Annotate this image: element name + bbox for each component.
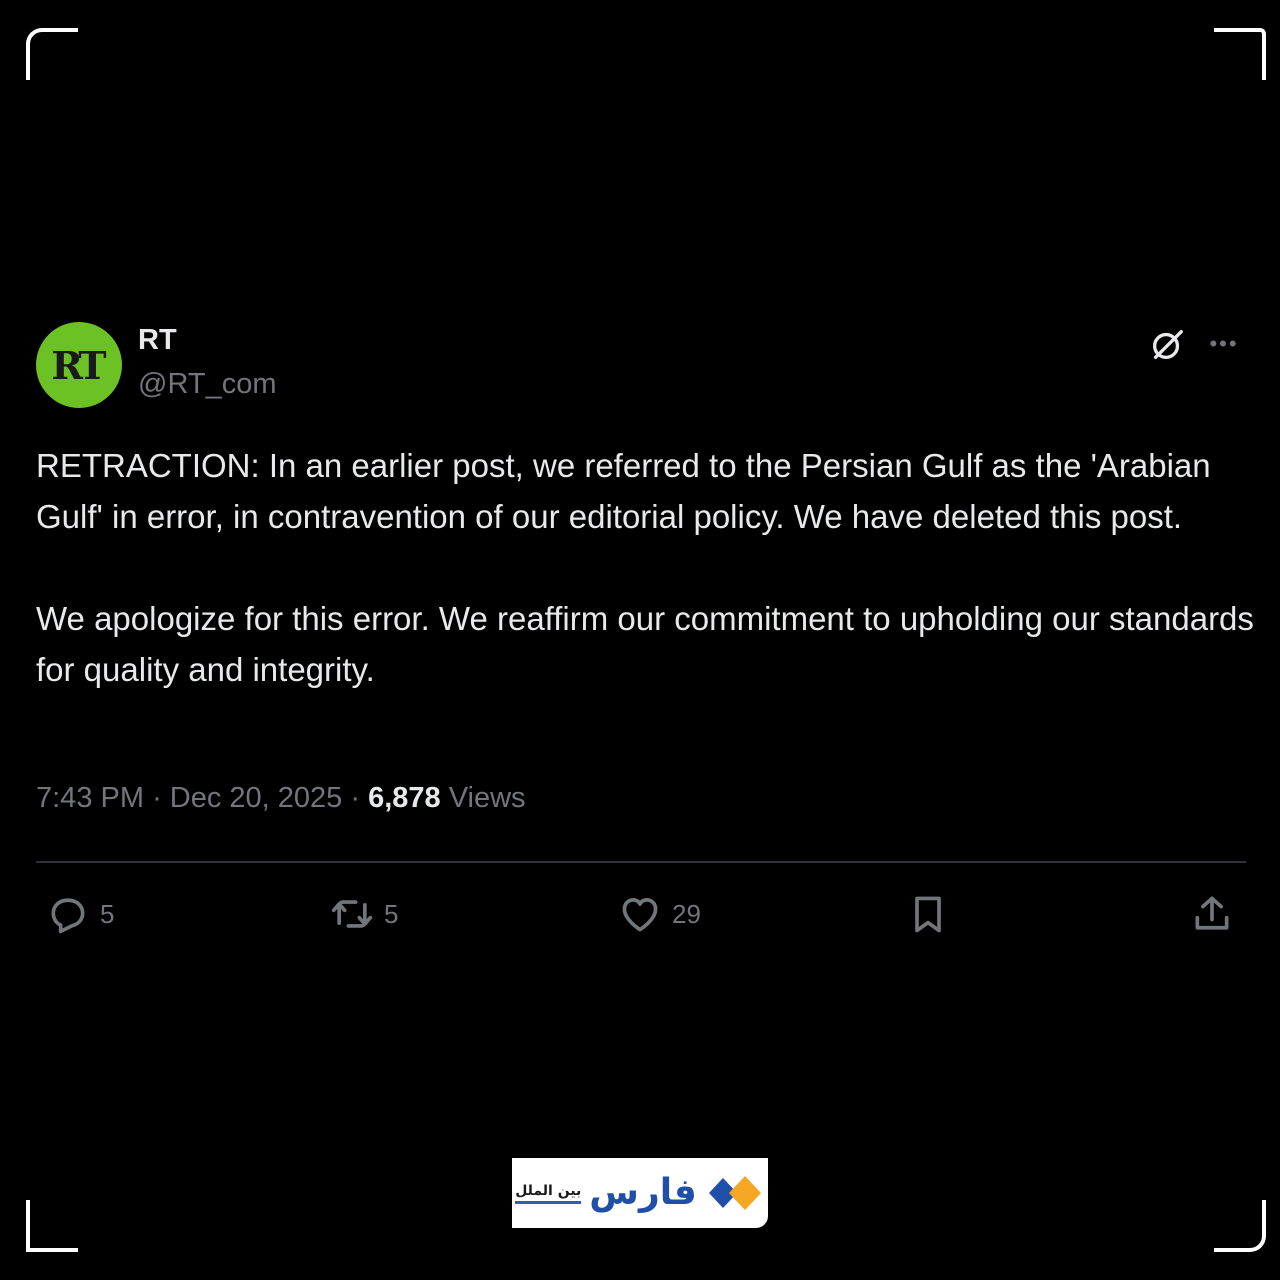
fars-logo-icon — [708, 1176, 761, 1210]
repost-count: 5 — [384, 898, 399, 929]
meta-separator: · — [350, 782, 369, 814]
reply-button[interactable]: 5 — [46, 892, 114, 936]
reply-count: 5 — [100, 898, 115, 929]
avatar[interactable]: RT — [36, 322, 122, 408]
views-count: 6,878 — [368, 782, 441, 814]
reply-icon — [51, 898, 85, 934]
author-name[interactable]: RT — [138, 324, 177, 357]
frame-corner-bottom-left — [26, 1200, 78, 1252]
avatar-logo-text: RT — [51, 342, 106, 388]
like-count: 29 — [672, 898, 701, 929]
fars-watermark-logo: بین الملل فارس — [512, 1158, 768, 1228]
frame-corner-top-left — [26, 28, 78, 80]
views-label: Views — [448, 782, 526, 814]
post-paragraph: RETRACTION: In an earlier post, we refer… — [36, 447, 1211, 535]
bookmark-icon — [915, 896, 941, 933]
like-button[interactable]: 29 — [618, 892, 701, 936]
more-icon[interactable]: ••• — [1206, 328, 1242, 360]
share-button[interactable] — [1190, 892, 1234, 936]
post-date[interactable]: Dec 20, 2025 — [170, 782, 343, 814]
frame-corner-bottom-right — [1214, 1200, 1266, 1252]
bookmark-button[interactable] — [906, 892, 950, 936]
logo-subtitle: بین الملل — [515, 1183, 582, 1204]
divider — [36, 861, 1246, 863]
grok-icon[interactable] — [1148, 326, 1186, 364]
post-paragraph: We apologize for this error. We reaffirm… — [36, 600, 1254, 688]
share-icon — [1195, 896, 1229, 930]
repost-button[interactable]: 5 — [330, 892, 398, 936]
post-text: RETRACTION: In an earlier post, we refer… — [36, 440, 1258, 695]
meta-separator: · — [152, 782, 170, 814]
author-handle[interactable]: @RT_com — [138, 368, 277, 401]
post-time[interactable]: 7:43 PM — [36, 782, 144, 814]
post-meta: 7:43 PM · Dec 20, 2025 · 6,878 Views — [36, 782, 526, 815]
repost-icon — [331, 900, 373, 928]
frame-corner-top-right — [1214, 28, 1266, 80]
logo-name: فارس — [589, 1172, 697, 1213]
heart-icon — [622, 898, 658, 932]
